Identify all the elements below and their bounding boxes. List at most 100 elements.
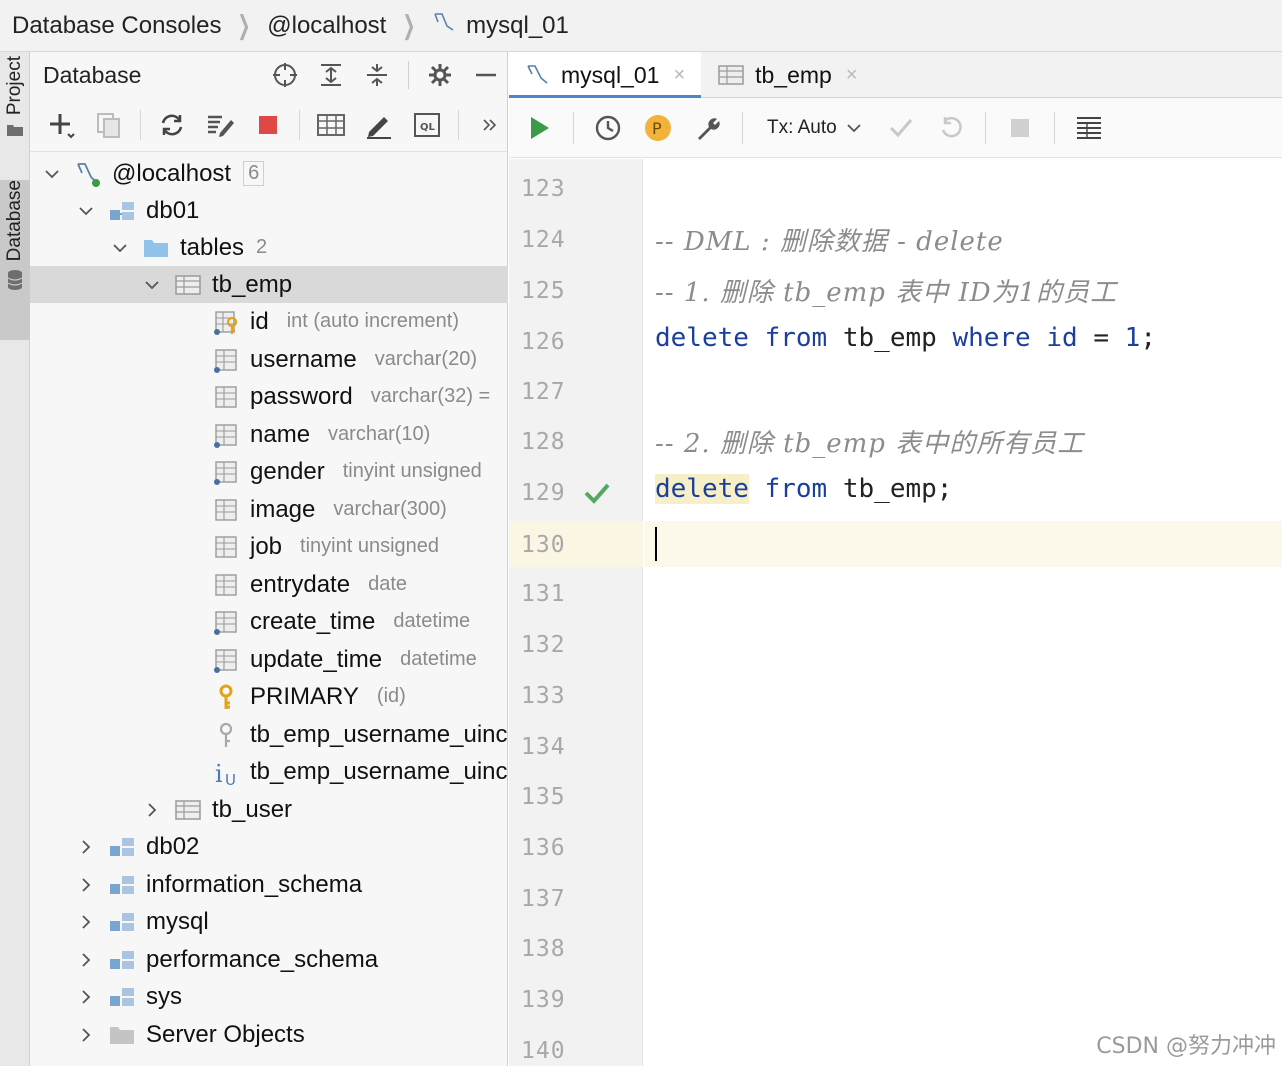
line-number: 134 (521, 734, 566, 760)
line-number: 138 (521, 936, 566, 962)
column-name: entrydate (250, 570, 351, 598)
refresh-icon[interactable] (155, 108, 189, 142)
tree-node-column[interactable]: entrydate date (30, 566, 508, 603)
column-name: id (250, 307, 269, 335)
expand-all-icon[interactable] (316, 60, 346, 90)
project-tool-tab[interactable]: Project (0, 56, 30, 166)
tree-node-tables[interactable]: tables 2 (30, 229, 508, 266)
commit-icon[interactable] (885, 112, 917, 144)
tab-tb-emp[interactable]: tb_emp × (701, 52, 873, 98)
tree-node-unique-key[interactable]: tb_emp_username_uinc (30, 716, 508, 753)
copy-icon[interactable] (92, 108, 126, 142)
database-panel-title: Database (43, 61, 142, 88)
stop-icon[interactable] (1004, 112, 1036, 144)
chevron-down-icon[interactable] (112, 240, 128, 256)
tree-node-column[interactable]: job tinyint unsigned (30, 528, 508, 565)
more-actions-icon[interactable] (473, 108, 507, 142)
chevron-right-icon[interactable] (78, 839, 94, 855)
svg-text:P: P (652, 119, 662, 138)
line-number: 133 (521, 683, 566, 709)
sql-editor[interactable]: -- DML : 删除数据 - delete -- 1. 删除 tb_emp 表… (644, 159, 1282, 1066)
chevron-down-icon[interactable] (78, 203, 94, 219)
history-icon[interactable] (592, 112, 624, 144)
sql-identifier: id (1046, 323, 1078, 353)
transaction-mode-select[interactable]: Tx: Auto (761, 117, 867, 139)
wrench-icon[interactable] (692, 112, 724, 144)
column-type: varchar(300) (333, 498, 447, 520)
tree-node-schema[interactable]: information_schema (30, 866, 508, 903)
sql-identifier: tb_emp (842, 323, 937, 353)
chevron-right-icon[interactable] (78, 1027, 94, 1043)
schema-icon (108, 946, 136, 974)
tree-node-column[interactable]: name varchar(10) (30, 416, 508, 453)
edit-icon[interactable] (362, 108, 396, 142)
tree-node-column[interactable]: image varchar(300) (30, 491, 508, 528)
tree-node-localhost[interactable]: @localhost 6 (30, 155, 508, 192)
breadcrumb-mysql-01[interactable]: mysql_01 (466, 12, 569, 40)
tree-node-column[interactable]: id int (auto increment) (30, 303, 508, 340)
stop-icon[interactable] (251, 108, 285, 142)
tree-node-column[interactable]: gender tinyint unsigned (30, 453, 508, 490)
chevron-right-icon[interactable] (144, 802, 160, 818)
sql-keyword: from (764, 474, 828, 504)
tree-node-schema[interactable]: performance_schema (30, 941, 508, 978)
sql-keyword: delete (655, 323, 749, 353)
sql-keyword: from (764, 323, 828, 353)
chevron-right-icon[interactable] (78, 989, 94, 1005)
tree-node-tb-emp[interactable]: tb_emp (30, 266, 508, 303)
close-icon[interactable]: × (846, 64, 858, 87)
close-icon[interactable]: × (673, 64, 685, 87)
minimize-icon[interactable] (471, 60, 501, 90)
chevron-down-icon (847, 123, 861, 132)
tree-node-column[interactable]: password varchar(32) = (30, 378, 508, 415)
tree-node-primary-key[interactable]: PRIMARY (id) (30, 678, 508, 715)
chevron-down-icon[interactable] (44, 166, 60, 182)
column-name: gender (250, 457, 325, 485)
tree-label: sys (146, 982, 182, 1010)
output-layout-icon[interactable] (1073, 112, 1105, 144)
sql-number: 1 (1124, 323, 1141, 353)
code-line-delete-all: delete from tb_emp; (655, 474, 952, 504)
run-icon[interactable] (523, 112, 555, 144)
chevron-right-icon[interactable] (78, 877, 94, 893)
rollback-icon[interactable] (935, 112, 967, 144)
add-icon[interactable] (44, 108, 78, 142)
column-type: tinyint unsigned (300, 535, 440, 557)
tree-node-index[interactable]: iU tb_emp_username_uinc (30, 753, 508, 790)
tree-node-db01[interactable]: db01 (30, 192, 508, 229)
tree-count: 2 (256, 236, 268, 258)
code-line-delete-where: delete from tb_emp where id = 1; (655, 323, 1156, 353)
gear-icon[interactable] (425, 60, 455, 90)
tree-node-column[interactable]: create_time datetime (30, 603, 508, 640)
breadcrumb-separator: ❯ (237, 10, 251, 40)
tree-label: tb_emp (212, 270, 293, 298)
tree-node-schema[interactable]: sys (30, 978, 508, 1015)
chevron-right-icon[interactable] (78, 952, 94, 968)
column-icon (212, 346, 240, 374)
chevron-down-icon[interactable] (144, 277, 160, 293)
schema-edit-icon[interactable] (203, 108, 237, 142)
tree-node-server-objects[interactable]: Server Objects (30, 1016, 508, 1053)
line-number: 135 (521, 784, 566, 810)
svg-text:i: i (215, 760, 223, 786)
chevron-right-icon[interactable] (78, 914, 94, 930)
schema-icon (108, 871, 136, 899)
tab-mysql-01[interactable]: mysql_01 × (509, 52, 702, 99)
profile-icon[interactable]: P (642, 112, 674, 144)
query-console-icon[interactable]: QL (410, 108, 444, 142)
column-type: datetime (400, 648, 477, 670)
line-number: 127 (521, 379, 566, 405)
tree-node-column[interactable]: update_time datetime (30, 641, 508, 678)
crosshair-icon[interactable] (270, 60, 300, 90)
collapse-all-icon[interactable] (362, 60, 392, 90)
tree-node-tb-user[interactable]: tb_user (30, 791, 508, 828)
tree-node-schema[interactable]: mysql (30, 903, 508, 940)
breadcrumb-database-consoles[interactable]: Database Consoles (12, 12, 221, 40)
breadcrumb-localhost[interactable]: @localhost (267, 12, 386, 40)
tree-node-schema[interactable]: db02 (30, 828, 508, 865)
table-view-icon[interactable] (314, 108, 348, 142)
database-tool-tab[interactable]: Database (0, 180, 30, 340)
line-number: 123 (521, 176, 566, 202)
column-icon (212, 646, 240, 674)
tree-node-column[interactable]: username varchar(20) (30, 341, 508, 378)
